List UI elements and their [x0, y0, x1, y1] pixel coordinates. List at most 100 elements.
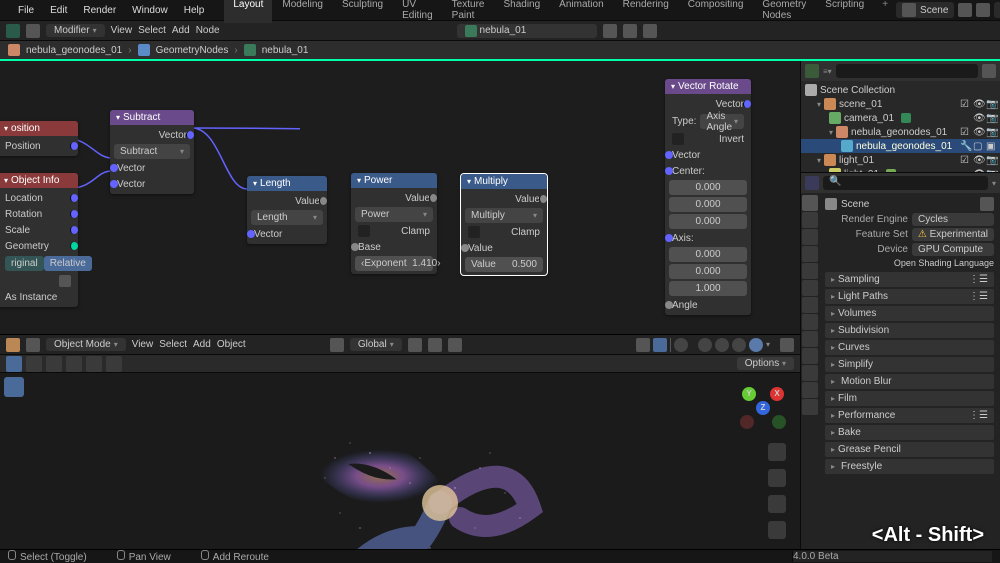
nodemenu-select[interactable]: Select	[138, 25, 166, 36]
tool-icon[interactable]	[106, 356, 122, 372]
node-position[interactable]: ▾osition Position	[0, 121, 78, 156]
node-editor[interactable]: ▾osition Position ▾Object Info Location …	[0, 61, 800, 335]
vpmenu-view[interactable]: View	[132, 339, 154, 350]
mode-dropdown[interactable]: Length▾	[251, 210, 323, 225]
crumb-2[interactable]: nebula_01	[262, 45, 309, 56]
filter-icon[interactable]	[982, 64, 996, 78]
orientation-dropdown[interactable]: Global▾	[350, 338, 402, 351]
tab-compositing[interactable]: Compositing	[679, 0, 753, 23]
ptab-viewlayer[interactable]	[802, 229, 818, 245]
ptab-object[interactable]	[802, 280, 818, 296]
pin-icon[interactable]	[980, 197, 994, 211]
options-dropdown[interactable]: Options ▾	[737, 357, 794, 370]
ptab-render[interactable]	[802, 195, 818, 211]
eye-icon[interactable]: 👁	[973, 155, 983, 165]
cursor-tool-icon[interactable]	[4, 377, 24, 397]
tab-shading[interactable]: Shading	[494, 0, 549, 23]
eye-icon[interactable]: 👁	[973, 113, 983, 123]
outliner-row-scene-collection[interactable]: Scene Collection	[801, 83, 1000, 97]
outliner-row-object[interactable]: ▾nebula_geonodes_01☑👁📷	[801, 125, 1000, 139]
mode-dropdown[interactable]: Power▾	[355, 207, 433, 222]
eye-icon[interactable]: 👁	[973, 127, 983, 137]
panel-options-icon[interactable]: ⋮☰	[969, 291, 988, 302]
panel-light-paths[interactable]: ▸Light Paths⋮☰	[825, 289, 994, 304]
ptab-constraint[interactable]	[802, 348, 818, 364]
perspective-icon[interactable]	[768, 521, 786, 539]
nav-gizmo[interactable]: X Y Z	[740, 383, 790, 433]
clamp-checkbox[interactable]	[468, 226, 480, 238]
render-icon[interactable]: 📷	[986, 155, 996, 165]
render-icon[interactable]: 📷	[986, 113, 996, 123]
center-y[interactable]: 0.000	[669, 197, 747, 212]
node-object-info[interactable]: ▾Object Info Location Rotation Scale Geo…	[0, 173, 78, 307]
ptab-physics[interactable]	[802, 331, 818, 347]
node-tree-type-icon[interactable]	[26, 24, 40, 38]
axis-x[interactable]: 0.000	[669, 247, 747, 262]
properties-search[interactable]: 🔍	[823, 176, 988, 190]
move-icon[interactable]	[768, 469, 786, 487]
outliner-search[interactable]	[836, 64, 978, 78]
node-length[interactable]: ▾Length Value Length▾ Vector	[247, 176, 327, 244]
nodemenu-add[interactable]: Add	[172, 25, 190, 36]
type-dropdown[interactable]: Axis Angle▾	[700, 114, 744, 129]
editor-type-icon[interactable]	[6, 338, 20, 352]
panel-curves[interactable]: ▸Curves	[825, 340, 994, 355]
vpmenu-select[interactable]: Select	[159, 339, 187, 350]
ptab-modifier[interactable]	[802, 297, 818, 313]
checkbox-icon[interactable]: ☑	[960, 155, 970, 165]
scene-delete-button[interactable]	[976, 3, 990, 17]
outliner-row-collection[interactable]: ▾light_01☑👁📷	[801, 153, 1000, 167]
nodemenu-node[interactable]: Node	[196, 25, 220, 36]
pin-icon[interactable]	[603, 24, 617, 38]
ptab-world[interactable]	[802, 263, 818, 279]
render-engine-dropdown[interactable]: Cycles	[912, 213, 994, 226]
gizmo-neg[interactable]	[772, 415, 786, 429]
render-icon[interactable]: ▣	[986, 141, 996, 151]
gizmo-x[interactable]: X	[770, 387, 784, 401]
wrench-icon[interactable]: 🔧	[960, 141, 970, 151]
outliner-row-camera[interactable]: camera_01👁📷	[801, 111, 1000, 125]
btn-relative[interactable]: Relative	[44, 256, 92, 271]
mode-dropdown[interactable]: Subtract▾	[114, 144, 190, 159]
viewlayer-selector[interactable]: ViewLayer	[994, 2, 1000, 18]
axis-y[interactable]: 0.000	[669, 264, 747, 279]
camera-icon[interactable]	[768, 495, 786, 513]
eye-icon[interactable]: 👁	[973, 99, 983, 109]
editor-type-icon[interactable]	[6, 24, 20, 38]
menu-render[interactable]: Render	[75, 3, 124, 18]
panel-grease-pencil[interactable]: ▸Grease Pencil	[825, 442, 994, 457]
tab-sculpting[interactable]: Sculpting	[333, 0, 392, 23]
viewport-pause-icon[interactable]	[780, 338, 794, 352]
exponent-field[interactable]: ‹Exponent 1.410›	[355, 256, 433, 271]
panel-options-icon[interactable]: ⋮☰	[969, 274, 988, 285]
select-box-tool-icon[interactable]	[6, 356, 22, 372]
panel-volumes[interactable]: ▸Volumes	[825, 306, 994, 321]
panel-film[interactable]: ▸Film	[825, 391, 994, 406]
shading-solid[interactable]	[715, 338, 729, 352]
ptab-texture[interactable]	[802, 399, 818, 415]
vpmenu-add[interactable]: Add	[193, 339, 211, 350]
ptab-material[interactable]	[802, 382, 818, 398]
outliner-row-collection[interactable]: ▾scene_01☑👁📷	[801, 97, 1000, 111]
modifier-dropdown[interactable]: Modifier▾	[46, 24, 105, 37]
vpmenu-object[interactable]: Object	[217, 339, 246, 350]
tab-modeling[interactable]: Modeling	[273, 0, 332, 23]
eyedropper-icon[interactable]	[59, 275, 71, 287]
viewport-3d[interactable]: X Y Z	[0, 373, 800, 549]
scene-selector[interactable]: Scene	[896, 2, 954, 18]
fake-user-icon[interactable]	[623, 24, 637, 38]
add-workspace-button[interactable]: +	[874, 0, 896, 23]
checkbox-icon[interactable]: ☑	[960, 127, 970, 137]
panel-freestyle[interactable]: ▸Freestyle	[825, 459, 994, 474]
tool-icon[interactable]	[86, 356, 102, 372]
tool-icon[interactable]	[46, 356, 62, 372]
ptab-output[interactable]	[802, 212, 818, 228]
center-x[interactable]: 0.000	[669, 180, 747, 195]
tool-icon[interactable]	[26, 356, 42, 372]
menu-window[interactable]: Window	[124, 3, 176, 18]
render-icon[interactable]: 📷	[986, 127, 996, 137]
gizmo-neg[interactable]	[740, 415, 754, 429]
feature-set-dropdown[interactable]: ⚠ Experimental	[912, 228, 994, 241]
panel-simplify[interactable]: ▸Simplify	[825, 357, 994, 372]
node-tree-selector[interactable]: nebula_01	[457, 24, 597, 38]
